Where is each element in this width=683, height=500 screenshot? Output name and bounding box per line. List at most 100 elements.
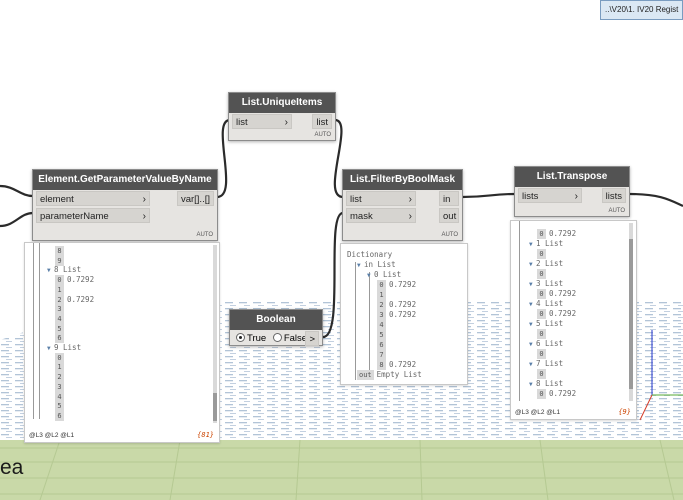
list-value: 0.7292 [389, 310, 417, 319]
output-port-lists[interactable]: lists [601, 188, 626, 203]
collapse-triangle-icon[interactable]: ▼ [357, 261, 364, 271]
list-index: 7 [377, 350, 386, 360]
collapse-triangle-icon[interactable]: ▼ [47, 266, 54, 276]
document-tab[interactable]: ..\V20\1. IV20 Regist [600, 0, 683, 20]
input-port-list[interactable]: list › [346, 191, 416, 206]
scrollbar-thumb[interactable] [213, 393, 217, 421]
list-item: 0 0.7292 [537, 389, 576, 399]
input-port-lists[interactable]: lists › [518, 188, 582, 203]
list-header-label: 8 List [536, 379, 564, 388]
collapse-triangle-icon[interactable]: ▼ [529, 360, 536, 370]
scrollbar[interactable] [213, 245, 217, 423]
list-index: 3 [55, 304, 64, 315]
level-indicators[interactable]: @L3 @L2 @L1 [29, 432, 74, 439]
list-header: ▼ 8 List [529, 379, 563, 389]
list-index: 5 [55, 401, 64, 412]
ground-label: ea [0, 456, 24, 479]
list-header-label: 5 List [536, 319, 564, 328]
collapse-triangle-icon[interactable]: ▼ [529, 260, 536, 270]
list-value: 0.7292 [549, 389, 577, 398]
list-value: 0.7292 [389, 300, 417, 309]
output-port-var[interactable]: var[]..[] [176, 191, 214, 206]
list-item: 6 [377, 340, 389, 350]
radio-false[interactable]: False [272, 333, 307, 344]
level-indicators[interactable]: @L3 @L2 @L1 [515, 409, 560, 416]
list-header: ▼ 9 List [47, 343, 81, 353]
graph-canvas[interactable]: ..\V20\1. IV20 Regist List.UniqueItems l… [0, 0, 683, 500]
tree-line [33, 243, 34, 419]
wire-filter-to-transpose [461, 192, 516, 199]
chevron-right-icon: › [408, 194, 412, 205]
collapse-triangle-icon[interactable]: ▼ [529, 280, 536, 290]
list-item: 7 [377, 350, 389, 360]
list-index: 5 [55, 323, 64, 334]
node-title: List.FilterByBoolMask [343, 170, 462, 190]
preview-bubble-getparam[interactable]: @L3 @L2 @L1 {81} 8 9 ▼ 8 List 0 0.7292 1 2 0.729… [24, 242, 220, 443]
tree-line [369, 272, 370, 370]
list-item: 4 [377, 320, 389, 330]
collapse-triangle-icon[interactable]: ▼ [529, 240, 536, 250]
list-item: 1 [377, 290, 389, 300]
collapse-triangle-icon[interactable]: ▼ [529, 320, 536, 330]
input-port-list[interactable]: list › [232, 114, 292, 129]
list-item: 6 [55, 410, 67, 421]
node-list-uniqueitems[interactable]: List.UniqueItems list › list AUTO [228, 92, 336, 141]
lacing-indicator[interactable]: AUTO [196, 232, 213, 238]
radio-selected-icon [236, 333, 245, 342]
chevron-right-icon: › [284, 117, 288, 128]
output-port-in[interactable]: in [439, 191, 459, 206]
collapse-triangle-icon[interactable]: ▼ [367, 271, 374, 281]
list-item: 0 0.7292 [377, 280, 416, 290]
input-port-parametername[interactable]: parameterName › [36, 208, 150, 223]
list-header: ▼ in List [357, 260, 396, 270]
list-item: 2 0.7292 [377, 300, 416, 310]
list-item: out Empty List [357, 370, 422, 380]
list-index: 9 [55, 255, 64, 266]
node-boolean[interactable]: Boolean True False > [229, 309, 323, 346]
node-list-transpose[interactable]: List.Transpose lists › lists AUTO [514, 166, 630, 217]
list-index: 5 [377, 330, 386, 340]
list-index: 0 [537, 329, 546, 339]
list-header: ▼ 4 List [529, 299, 563, 309]
node-title: List.Transpose [515, 167, 629, 187]
list-header: ▼ 7 List [529, 359, 563, 369]
list-index: 8 [377, 360, 386, 370]
node-list-filterbyboolmask[interactable]: List.FilterByBoolMask list › in mask › o… [342, 169, 463, 241]
port-label: parameterName [40, 211, 109, 222]
tree-line [39, 243, 40, 419]
scrollbar[interactable] [629, 223, 633, 401]
input-port-element[interactable]: element › [36, 191, 150, 206]
output-port-list[interactable]: list [312, 114, 332, 129]
list-value: 0.7292 [67, 275, 95, 285]
chevron-right-icon: › [574, 191, 578, 202]
list-item: 3 0.7292 [377, 310, 416, 320]
output-port-boolean[interactable]: > [305, 331, 319, 346]
node-title: List.UniqueItems [229, 93, 335, 113]
list-item: 1 [55, 284, 67, 295]
collapse-triangle-icon[interactable]: ▼ [47, 344, 54, 354]
collapse-triangle-icon[interactable]: ▼ [529, 380, 536, 390]
list-item: 5 [55, 323, 67, 334]
list-index: out [357, 370, 374, 380]
lacing-indicator[interactable]: AUTO [608, 208, 625, 214]
preview-bubble-transpose[interactable]: @L3 @L2 @L1 {9} 0 0.7292 ▼ 1 List 0 ▼ 2 List 0 ▼… [510, 220, 637, 420]
output-port-out[interactable]: out [439, 208, 459, 223]
lacing-indicator[interactable]: AUTO [441, 232, 458, 238]
collapse-triangle-icon[interactable]: ▼ [529, 340, 536, 350]
list-header: ▼ 1 List [529, 239, 563, 249]
preview-bubble-filter[interactable]: Dictionary ▼ in List ▼ 0 List 0 0.7292 1 2 0.7292… [340, 243, 468, 385]
list-item: 2 0.7292 [55, 294, 94, 305]
list-index: 0 [377, 280, 386, 290]
list-index: 4 [55, 313, 64, 324]
collapse-triangle-icon[interactable]: ▼ [529, 300, 536, 310]
lacing-indicator[interactable]: AUTO [314, 132, 331, 138]
list-header: ▼ 2 List [529, 259, 563, 269]
scrollbar-thumb[interactable] [629, 239, 633, 389]
node-element-getparametervaluebyname[interactable]: Element.GetParameterValueByName element … [32, 169, 218, 241]
input-port-mask[interactable]: mask › [346, 208, 416, 223]
list-header: ▼ 0 List [367, 270, 401, 280]
radio-true[interactable]: True [236, 333, 266, 344]
list-index: 0 [55, 275, 64, 286]
list-item: 3 [55, 304, 67, 315]
list-header: ▼ 8 List [47, 265, 81, 275]
